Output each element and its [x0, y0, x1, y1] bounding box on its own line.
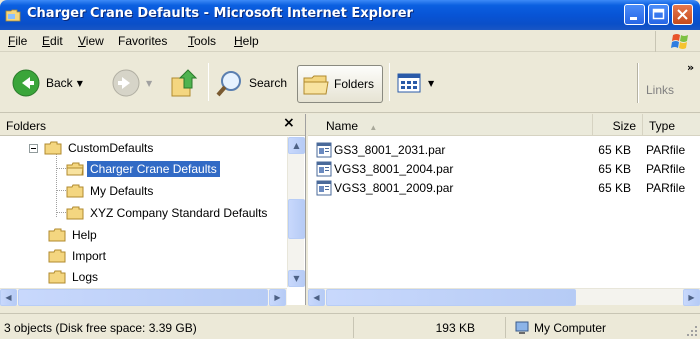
maximize-button[interactable]	[648, 4, 669, 25]
status-bar: 3 objects (Disk free space: 3.39 GB) 193…	[0, 313, 700, 339]
collapse-minus-icon[interactable]	[29, 144, 38, 153]
back-arrow-icon	[12, 69, 40, 97]
views-icon	[397, 73, 421, 93]
folder-icon	[66, 184, 84, 198]
column-headers: Name ▲ Size Type	[308, 114, 700, 136]
tree-item-logs[interactable]: Logs	[48, 267, 101, 287]
folder-icon	[48, 228, 66, 242]
file-row[interactable]: GS3_8001_2031.par 65 KB PARfile	[316, 141, 696, 159]
folder-icon	[303, 75, 329, 95]
up-folder-button[interactable]	[168, 63, 202, 103]
folder-tree: CustomDefaults Charger Crane Defaults My…	[0, 137, 287, 287]
par-file-icon	[316, 142, 332, 158]
menu-file[interactable]: File	[8, 34, 27, 48]
folders-pane-title: Folders	[6, 119, 47, 133]
open-folder-icon	[66, 162, 84, 176]
links-label[interactable]: Links	[646, 83, 674, 97]
toolbar-separator	[208, 63, 209, 101]
links-separator	[637, 63, 639, 103]
file-row[interactable]: VGS3_8001_2004.par 65 KB PARfile	[316, 160, 696, 178]
more-chevron-icon[interactable]: »	[687, 61, 694, 74]
scroll-thumb[interactable]	[18, 289, 268, 306]
folders-pane: Folders × CustomDefaults Charger Crane D…	[0, 114, 306, 306]
sort-ascending-icon: ▲	[369, 123, 378, 132]
file-row[interactable]: VGS3_8001_2009.par 65 KB PARfile	[316, 179, 696, 197]
folders-horizontal-scrollbar[interactable]: ◀ ▶	[0, 288, 287, 306]
menu-help[interactable]: Help	[234, 34, 259, 48]
up-folder-icon	[171, 69, 198, 97]
status-size: 193 KB	[356, 317, 506, 338]
folder-icon	[44, 141, 62, 155]
explorer-window: Charger Crane Defaults - Microsoft Inter…	[0, 0, 700, 339]
minimize-icon	[630, 17, 637, 20]
status-zone: My Computer	[508, 317, 686, 338]
forward-button[interactable]: ▼	[110, 63, 152, 103]
windows-flag-icon	[671, 34, 688, 49]
back-dropdown-icon[interactable]: ▼	[77, 79, 83, 88]
tree-item-import[interactable]: Import	[48, 246, 109, 266]
window-title: Charger Crane Defaults - Microsoft Inter…	[27, 6, 413, 21]
folders-vertical-scrollbar[interactable]: ▲ ▼	[287, 137, 305, 287]
tree-item-help[interactable]: Help	[48, 225, 100, 245]
column-size[interactable]: Size	[593, 114, 643, 136]
scroll-right-arrow-icon[interactable]: ▶	[683, 289, 700, 306]
folder-icon	[48, 270, 66, 284]
toolbar-separator	[389, 63, 390, 101]
folders-button[interactable]: Folders	[297, 65, 383, 103]
par-file-icon	[316, 180, 332, 196]
tree-guide-line	[56, 212, 66, 213]
menu-favorites[interactable]: Favorites	[118, 34, 167, 48]
scroll-right-arrow-icon[interactable]: ▶	[269, 289, 286, 306]
menu-view[interactable]: View	[78, 34, 104, 48]
tree-guide-line	[56, 190, 66, 191]
views-button[interactable]: ▼	[396, 63, 434, 103]
scroll-left-arrow-icon[interactable]: ◀	[0, 289, 17, 306]
pane-close-icon[interactable]: ×	[283, 115, 295, 131]
file-list-horizontal-scrollbar[interactable]: ◀ ▶	[308, 288, 700, 306]
folders-pane-header: Folders ×	[0, 114, 305, 136]
menu-bar: File Edit View Favorites Tools Help	[0, 30, 700, 52]
maximize-icon	[652, 8, 665, 20]
scroll-thumb[interactable]	[288, 199, 305, 239]
file-list-pane: Name ▲ Size Type GS3_8001_2031.par 65 KB…	[308, 114, 700, 306]
tree-item-xyz-company-standard-defaults[interactable]: XYZ Company Standard Defaults	[66, 203, 270, 223]
close-icon	[677, 9, 688, 20]
folder-icon	[48, 249, 66, 263]
par-file-icon	[316, 161, 332, 177]
tree-guide-line	[56, 168, 66, 169]
menu-tools[interactable]: Tools	[188, 34, 216, 48]
folder-icon	[66, 206, 84, 220]
tree-item-customdefaults[interactable]: CustomDefaults	[29, 138, 156, 158]
my-computer-icon	[515, 321, 529, 334]
minimize-button[interactable]	[624, 4, 645, 25]
scroll-up-arrow-icon[interactable]: ▲	[288, 137, 305, 154]
title-bar[interactable]: Charger Crane Defaults - Microsoft Inter…	[0, 0, 700, 30]
folder-app-icon	[5, 9, 21, 22]
search-icon	[216, 71, 241, 97]
column-type[interactable]: Type	[643, 114, 700, 136]
column-name[interactable]: Name ▲	[308, 114, 593, 136]
toolbar: Back ▼ ▼ Search Folders ▼ Links »	[0, 53, 700, 113]
search-button[interactable]: Search	[215, 63, 287, 103]
windows-logo	[655, 31, 700, 52]
scroll-left-arrow-icon[interactable]: ◀	[308, 289, 325, 306]
resize-grip-icon[interactable]	[686, 325, 698, 337]
tree-item-my-defaults[interactable]: My Defaults	[66, 181, 156, 201]
back-button[interactable]: Back ▼	[10, 63, 83, 103]
views-dropdown-icon[interactable]: ▼	[428, 79, 434, 88]
forward-arrow-icon	[112, 69, 140, 97]
tree-item-charger-crane-defaults[interactable]: Charger Crane Defaults	[66, 159, 220, 179]
scroll-down-arrow-icon[interactable]: ▼	[288, 270, 305, 287]
status-objects: 3 objects (Disk free space: 3.39 GB)	[4, 317, 354, 338]
close-button[interactable]	[672, 4, 693, 25]
scroll-thumb[interactable]	[326, 289, 576, 306]
forward-dropdown-icon[interactable]: ▼	[146, 79, 152, 88]
menu-edit[interactable]: Edit	[42, 34, 63, 48]
tree-guide-line	[56, 153, 57, 217]
